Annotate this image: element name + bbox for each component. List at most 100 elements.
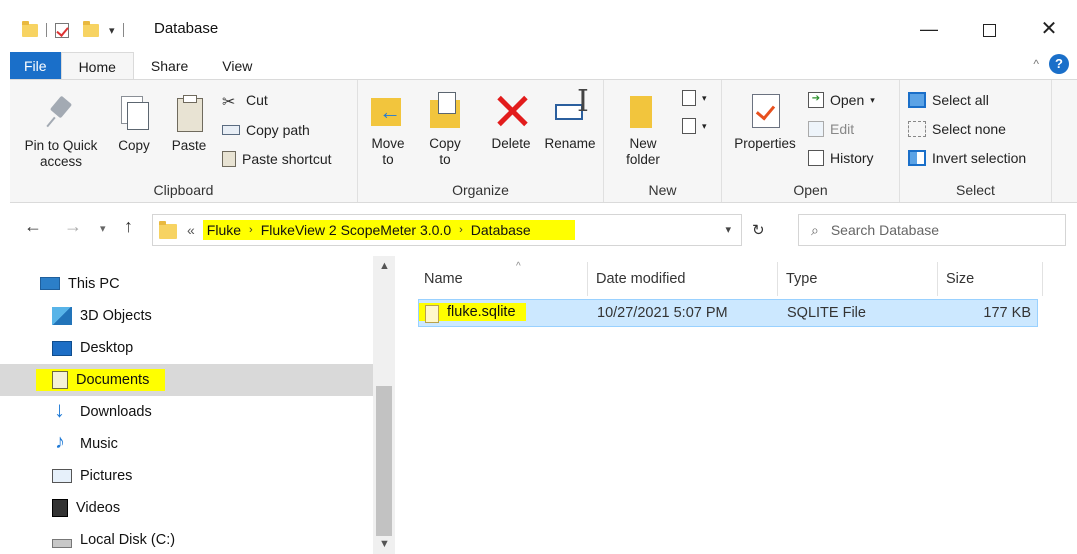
column-header-label: Type <box>786 271 818 287</box>
select-all-button[interactable]: Select all <box>908 92 989 108</box>
nav-item-downloads[interactable]: Downloads <box>0 396 373 428</box>
drive-icon <box>52 538 72 548</box>
properties-button[interactable]: Properties <box>728 92 802 152</box>
new-group: New folder ▾ ▾ New <box>604 80 722 202</box>
ribbon: Pin to Quick access Copy Paste ✂ Cut Cop… <box>10 79 1077 203</box>
help-icon[interactable]: ? <box>1049 54 1069 74</box>
history-button[interactable]: History <box>808 150 874 166</box>
scrollbar-thumb[interactable] <box>376 386 392 536</box>
nav-item-3d-objects[interactable]: 3D Objects <box>0 300 373 332</box>
refresh-button[interactable]: ↻ <box>752 221 765 239</box>
nav-item-desktop[interactable]: Desktop <box>0 332 373 364</box>
easy-access-button[interactable]: ▾ <box>682 118 707 134</box>
column-header-type[interactable]: Type <box>778 262 938 296</box>
maximize-button[interactable] <box>974 14 1004 44</box>
search-box[interactable]: ⌕ Search Database <box>798 214 1066 246</box>
folder-icon <box>22 20 38 37</box>
title-bar: ▾ Database — ✕ <box>0 0 1077 50</box>
quick-access-toolbar: ▾ <box>22 18 126 42</box>
properties-icon <box>748 92 782 130</box>
forward-button[interactable]: → <box>64 216 82 237</box>
minimize-button[interactable]: — <box>914 14 944 44</box>
new-folder-button[interactable]: New folder <box>618 92 668 168</box>
breadcrumb-item[interactable]: Fluke <box>207 222 241 238</box>
new-folder-quick-icon[interactable] <box>83 20 99 37</box>
music-icon <box>52 431 72 454</box>
edit-button[interactable]: Edit <box>808 121 854 137</box>
navigation-bar: ← → ▾ ↑ « Fluke › FlukeView 2 ScopeMeter… <box>0 204 1077 254</box>
tab-home[interactable]: Home <box>60 52 134 80</box>
paste-button[interactable]: Paste <box>166 94 212 154</box>
up-button[interactable]: ↑ <box>124 216 133 237</box>
nav-item-pictures[interactable]: Pictures <box>0 460 373 492</box>
address-bar[interactable]: « Fluke › FlukeView 2 ScopeMeter 3.0.0 ›… <box>152 214 742 246</box>
copy-path-button[interactable]: Copy path <box>222 122 310 138</box>
window-title: Database <box>154 20 219 37</box>
address-history-dropdown[interactable]: ▾ <box>725 223 731 236</box>
back-button[interactable]: ← <box>24 216 42 237</box>
select-all-icon <box>908 92 926 108</box>
column-header-label: Name <box>424 271 463 287</box>
downloads-icon <box>52 397 72 423</box>
highlight: Documents <box>36 369 166 391</box>
tab-share[interactable]: Share <box>134 52 205 80</box>
copy-icon <box>117 94 151 132</box>
delete-button[interactable]: Delete <box>486 92 536 152</box>
pictures-icon <box>52 469 72 483</box>
collapse-ribbon-icon[interactable]: ^ <box>1033 57 1039 71</box>
column-header-date[interactable]: Date modified <box>588 262 778 296</box>
copy-path-label: Copy path <box>246 122 310 138</box>
invert-selection-button[interactable]: Invert selection <box>908 150 1026 166</box>
chevron-right-icon[interactable]: › <box>459 224 463 236</box>
file-icon <box>425 305 439 323</box>
scroll-down-icon[interactable]: ▼ <box>379 538 390 550</box>
search-placeholder: Search Database <box>830 222 940 238</box>
customize-toolbar-dropdown[interactable]: ▾ <box>109 24 115 37</box>
sort-ascending-icon: ^ <box>516 261 521 272</box>
move-to-icon <box>371 92 405 130</box>
table-row[interactable]: fluke.sqlite 10/27/2021 5:07 PM SQLITE F… <box>418 299 1038 327</box>
address-overflow[interactable]: « <box>187 222 195 238</box>
dropdown-caret-icon: ▾ <box>702 92 707 103</box>
chevron-right-icon[interactable]: › <box>249 224 253 236</box>
close-button[interactable]: ✕ <box>1034 14 1064 44</box>
pin-to-quick-access-button[interactable]: Pin to Quick access <box>16 94 106 170</box>
cut-button[interactable]: ✂ Cut <box>222 92 268 111</box>
recent-locations-dropdown[interactable]: ▾ <box>100 222 106 235</box>
copy-button[interactable]: Copy <box>110 94 158 154</box>
nav-item-this-pc[interactable]: This PC <box>0 268 373 300</box>
copy-to-icon <box>428 92 462 130</box>
move-to-button[interactable]: Move to <box>366 92 410 168</box>
invert-selection-icon <box>908 150 926 166</box>
paste-shortcut-button[interactable]: Paste shortcut <box>222 151 332 167</box>
scroll-up-icon[interactable]: ▲ <box>379 260 390 272</box>
select-none-button[interactable]: Select none <box>908 121 1006 137</box>
open-button[interactable]: ➔ Open ▾ <box>808 92 875 108</box>
file-list: ^ Name Date modified Type Size fluke.sql… <box>396 256 1077 554</box>
open-group-label: Open <box>793 182 828 198</box>
delete-icon <box>494 92 528 130</box>
column-header-size[interactable]: Size <box>938 262 1043 296</box>
dropdown-caret-icon: ▾ <box>702 120 707 131</box>
nav-item-music[interactable]: Music <box>0 428 373 460</box>
edit-label: Edit <box>830 121 855 137</box>
rename-button[interactable]: Rename <box>540 92 600 152</box>
tab-view[interactable]: View <box>205 52 269 80</box>
nav-item-label: Desktop <box>80 340 134 356</box>
tab-file[interactable]: File <box>10 52 61 80</box>
nav-item-documents[interactable]: Documents <box>0 364 373 396</box>
nav-item-videos[interactable]: Videos <box>0 492 373 524</box>
new-item-button[interactable]: ▾ <box>682 90 707 106</box>
nav-item-label: Pictures <box>80 468 133 484</box>
column-header-name[interactable]: ^ Name <box>416 261 588 296</box>
toolbar-separator <box>122 23 124 37</box>
breadcrumb-item[interactable]: Database <box>471 222 531 238</box>
nav-item-label: Local Disk (C:) <box>80 532 176 548</box>
breadcrumb-item[interactable]: FlukeView 2 ScopeMeter 3.0.0 <box>261 222 451 238</box>
properties-quick-icon[interactable] <box>55 22 69 38</box>
copy-to-button[interactable]: Copy to <box>422 92 468 168</box>
maximize-icon <box>982 23 996 37</box>
nav-item-local-disk[interactable]: Local Disk (C:) <box>0 524 373 554</box>
nav-item-label: Videos <box>76 500 121 516</box>
nav-pane-scrollbar[interactable]: ▲ ▼ <box>373 256 395 554</box>
